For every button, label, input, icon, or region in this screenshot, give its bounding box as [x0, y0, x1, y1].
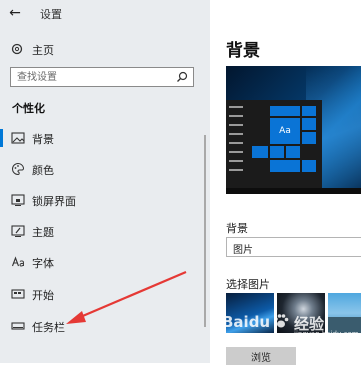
paw-logo-icon [274, 314, 289, 328]
sidebar-item-label: 颜色 [32, 164, 54, 177]
settings-sidebar: ← 设置 主页 个性化 背景 颜色 [0, 0, 210, 363]
sidebar-item-background[interactable]: 背景 [0, 123, 205, 153]
sidebar-item-label: 字体 [32, 257, 54, 270]
sidebar-item-label: 开始 [32, 289, 54, 302]
background-type-dropdown[interactable]: 图片 [226, 237, 361, 257]
preview-tile [302, 118, 316, 130]
back-arrow-icon[interactable]: ← [6, 4, 24, 22]
sidebar-item-lock-screen[interactable]: 锁屏界面 [0, 185, 205, 215]
browse-button[interactable]: 浏览 [226, 347, 296, 365]
preview-taskbar [226, 188, 361, 194]
sidebar-item-label: 背景 [32, 133, 54, 146]
start-grid-icon [11, 289, 25, 299]
preview-tile [252, 146, 268, 158]
choose-picture-label: 选择图片 [226, 278, 270, 291]
lock-screen-icon [11, 194, 25, 206]
sidebar-item-taskbar[interactable]: 任务栏 [0, 311, 205, 341]
preview-tile [270, 160, 300, 172]
preview-tile [302, 132, 316, 144]
palette-icon [12, 162, 25, 176]
preview-app-list [229, 106, 247, 184]
selected-indicator [0, 129, 3, 147]
section-title: 个性化 [12, 102, 45, 115]
preview-tile [286, 146, 300, 158]
home-gear-icon [11, 43, 23, 55]
sidebar-item-start[interactable]: 开始 [0, 279, 205, 309]
search-input[interactable] [11, 68, 183, 86]
home-label: 主页 [32, 44, 54, 57]
font-icon [11, 256, 24, 267]
sidebar-scrollbar[interactable] [204, 135, 206, 327]
brush-icon [11, 225, 25, 237]
page-title: 背景 [226, 41, 260, 61]
preview-tile-aa: Aa [270, 118, 300, 144]
preview-tile [270, 146, 284, 158]
preview-tile [302, 106, 316, 116]
search-icon[interactable] [176, 71, 188, 83]
preview-tile [302, 160, 316, 172]
preview-tile [270, 106, 300, 116]
baidu-watermark: Baidu 经验 jingyan.baidu.com [222, 310, 359, 340]
sidebar-item-colors[interactable]: 颜色 [0, 154, 205, 184]
background-preview: Aa [226, 66, 361, 194]
sidebar-item-themes[interactable]: 主题 [0, 216, 205, 246]
dropdown-value: 图片 [233, 245, 253, 256]
background-label: 背景 [226, 222, 248, 235]
sidebar-item-label: 锁屏界面 [32, 195, 76, 208]
app-title: 设置 [40, 8, 62, 21]
sidebar-item-fonts[interactable]: 字体 [0, 247, 205, 277]
sidebar-item-label: 主题 [32, 226, 54, 239]
sidebar-item-label: 任务栏 [32, 321, 65, 334]
search-box[interactable] [10, 67, 194, 87]
home-nav-item[interactable]: 主页 [8, 38, 203, 60]
taskbar-icon [11, 322, 25, 330]
watermark-url: jingyan.baidu.com [294, 330, 359, 338]
watermark-brand: Baidu [222, 313, 271, 331]
title-bar: ← 设置 [0, 0, 210, 26]
image-icon [11, 132, 25, 144]
